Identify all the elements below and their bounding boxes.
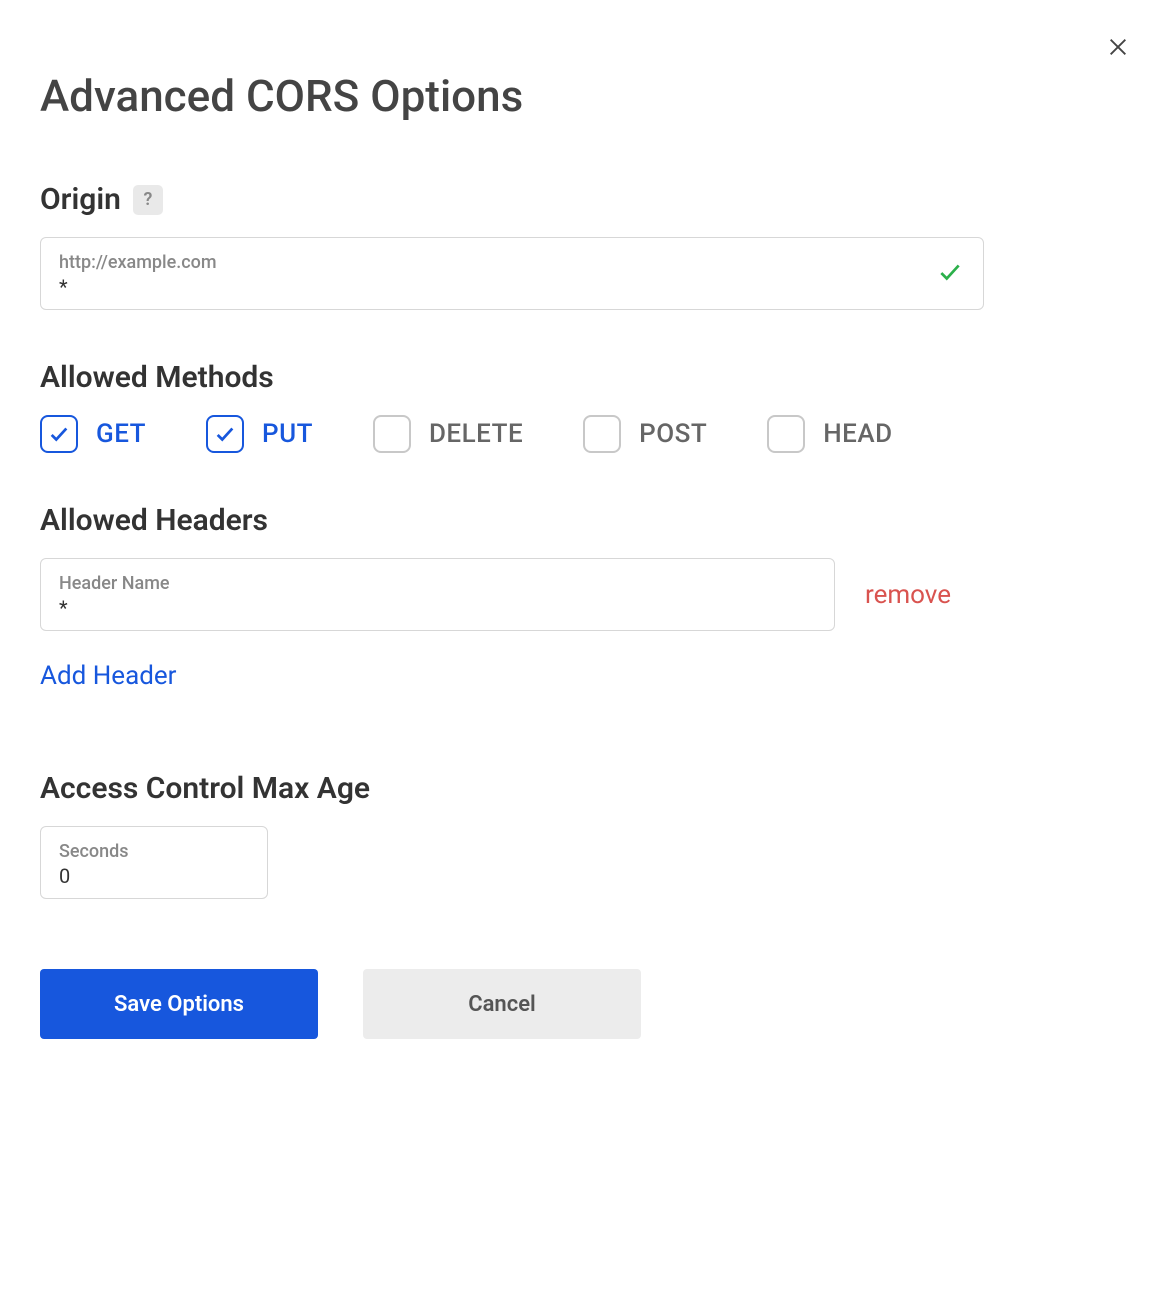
maxage-input-wrap[interactable]: Seconds <box>40 826 268 899</box>
headers-list: Header Name remove <box>40 558 1132 631</box>
method-put[interactable]: PUT <box>206 415 313 453</box>
close-button[interactable] <box>1104 35 1132 63</box>
origin-label: Origin <box>40 182 121 217</box>
header-row: Header Name remove <box>40 558 1132 631</box>
method-checkbox-post[interactable] <box>583 415 621 453</box>
cancel-button[interactable]: Cancel <box>363 969 641 1039</box>
header-input-wrap[interactable]: Header Name <box>40 558 835 631</box>
headers-label: Allowed Headers <box>40 503 1132 538</box>
page-title: Advanced CORS Options <box>40 70 1132 122</box>
method-post[interactable]: POST <box>583 415 707 453</box>
add-header-link[interactable]: Add Header <box>40 661 176 691</box>
method-label-head: HEAD <box>823 419 892 449</box>
header-input[interactable] <box>59 596 816 620</box>
origin-input[interactable] <box>59 275 965 299</box>
help-icon[interactable]: ? <box>133 185 163 215</box>
method-checkbox-get[interactable] <box>40 415 78 453</box>
save-button[interactable]: Save Options <box>40 969 318 1039</box>
close-icon <box>1107 36 1129 62</box>
method-checkbox-head[interactable] <box>767 415 805 453</box>
methods-section: Allowed Methods GET PUT DELETE POST HEAD <box>40 360 1132 453</box>
method-head[interactable]: HEAD <box>767 415 892 453</box>
method-delete[interactable]: DELETE <box>373 415 523 453</box>
maxage-section: Access Control Max Age Seconds <box>40 771 1132 899</box>
origin-label-row: Origin ? <box>40 182 1132 217</box>
methods-label: Allowed Methods <box>40 360 1132 395</box>
origin-placeholder: http://example.com <box>59 252 965 273</box>
maxage-label: Access Control Max Age <box>40 771 1132 806</box>
maxage-placeholder: Seconds <box>59 841 249 862</box>
headers-section: Allowed Headers Header Name remove Add He… <box>40 503 1132 741</box>
methods-row: GET PUT DELETE POST HEAD <box>40 415 1132 453</box>
method-label-post: POST <box>639 419 707 449</box>
origin-section: Origin ? http://example.com <box>40 182 1132 310</box>
method-label-delete: DELETE <box>429 419 523 449</box>
method-label-put: PUT <box>262 419 313 449</box>
header-placeholder: Header Name <box>59 573 816 594</box>
origin-input-wrap[interactable]: http://example.com <box>40 237 984 310</box>
button-row: Save Options Cancel <box>40 969 1132 1039</box>
valid-check-icon <box>937 259 963 289</box>
method-checkbox-put[interactable] <box>206 415 244 453</box>
remove-header-link[interactable]: remove <box>865 580 951 610</box>
maxage-input[interactable] <box>59 864 249 888</box>
method-get[interactable]: GET <box>40 415 146 453</box>
method-checkbox-delete[interactable] <box>373 415 411 453</box>
method-label-get: GET <box>96 419 146 449</box>
